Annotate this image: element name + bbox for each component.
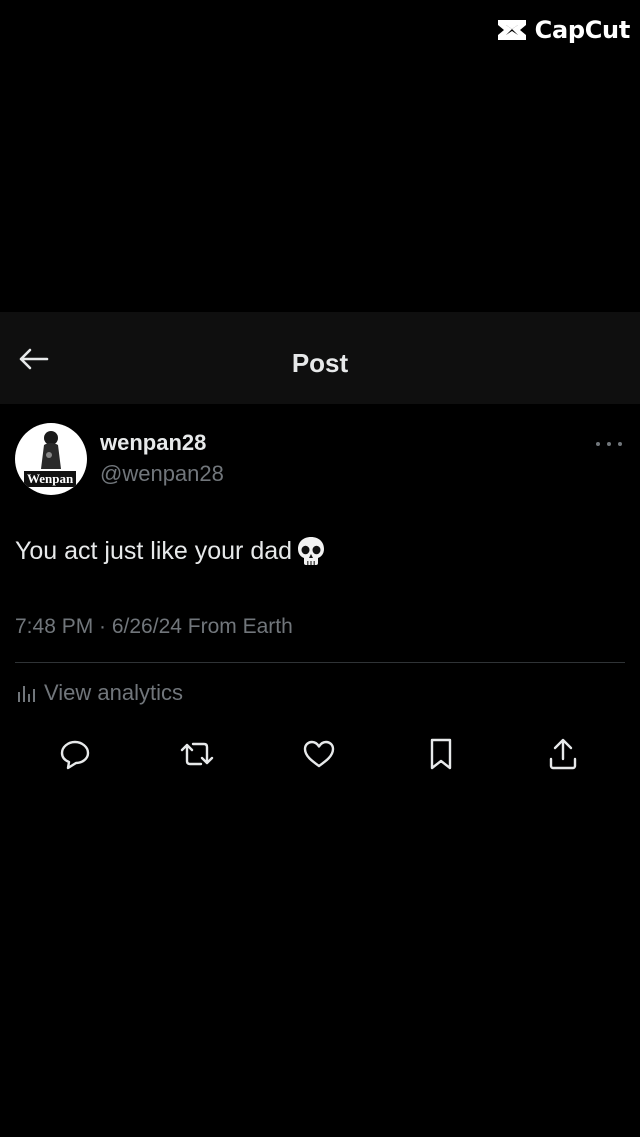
capcut-wordmark: CapCut — [534, 16, 631, 44]
analytics-label: View analytics — [44, 680, 183, 705]
bookmark-icon — [430, 738, 452, 770]
bookmark-button[interactable] — [421, 734, 461, 774]
more-dot-icon — [596, 442, 600, 446]
like-button[interactable] — [299, 734, 339, 774]
share-button[interactable] — [543, 734, 583, 774]
view-analytics-link[interactable]: View analytics — [16, 680, 183, 706]
reply-icon — [60, 740, 90, 770]
action-bar — [0, 734, 640, 774]
capcut-watermark: CapCut — [495, 16, 630, 44]
avatar[interactable]: Wenpan — [15, 423, 87, 495]
post-body: You act just like your dad — [15, 536, 293, 565]
reply-button[interactable] — [55, 734, 95, 774]
avatar-badge: Wenpan — [23, 470, 78, 488]
more-dot-icon — [607, 442, 611, 446]
avatar-figure-icon — [41, 431, 61, 469]
post-text: You act just like your dad — [15, 535, 326, 567]
analytics-icon — [18, 686, 35, 702]
user-handle[interactable]: @wenpan28 — [100, 461, 224, 487]
post-timestamp: 7:48 PM · 6/26/24 From Earth — [15, 615, 293, 638]
post-header: Post — [0, 312, 640, 404]
share-icon — [549, 738, 577, 770]
capcut-logo-icon — [497, 20, 526, 40]
repost-icon — [180, 742, 214, 766]
display-name[interactable]: wenpan28 — [100, 430, 206, 456]
more-dot-icon — [618, 442, 622, 446]
page-title: Post — [291, 348, 349, 378]
repost-button[interactable] — [177, 734, 217, 774]
divider — [15, 662, 625, 663]
more-options-button[interactable] — [596, 434, 622, 454]
skull-emoji-icon — [298, 537, 325, 565]
like-icon — [303, 740, 335, 768]
